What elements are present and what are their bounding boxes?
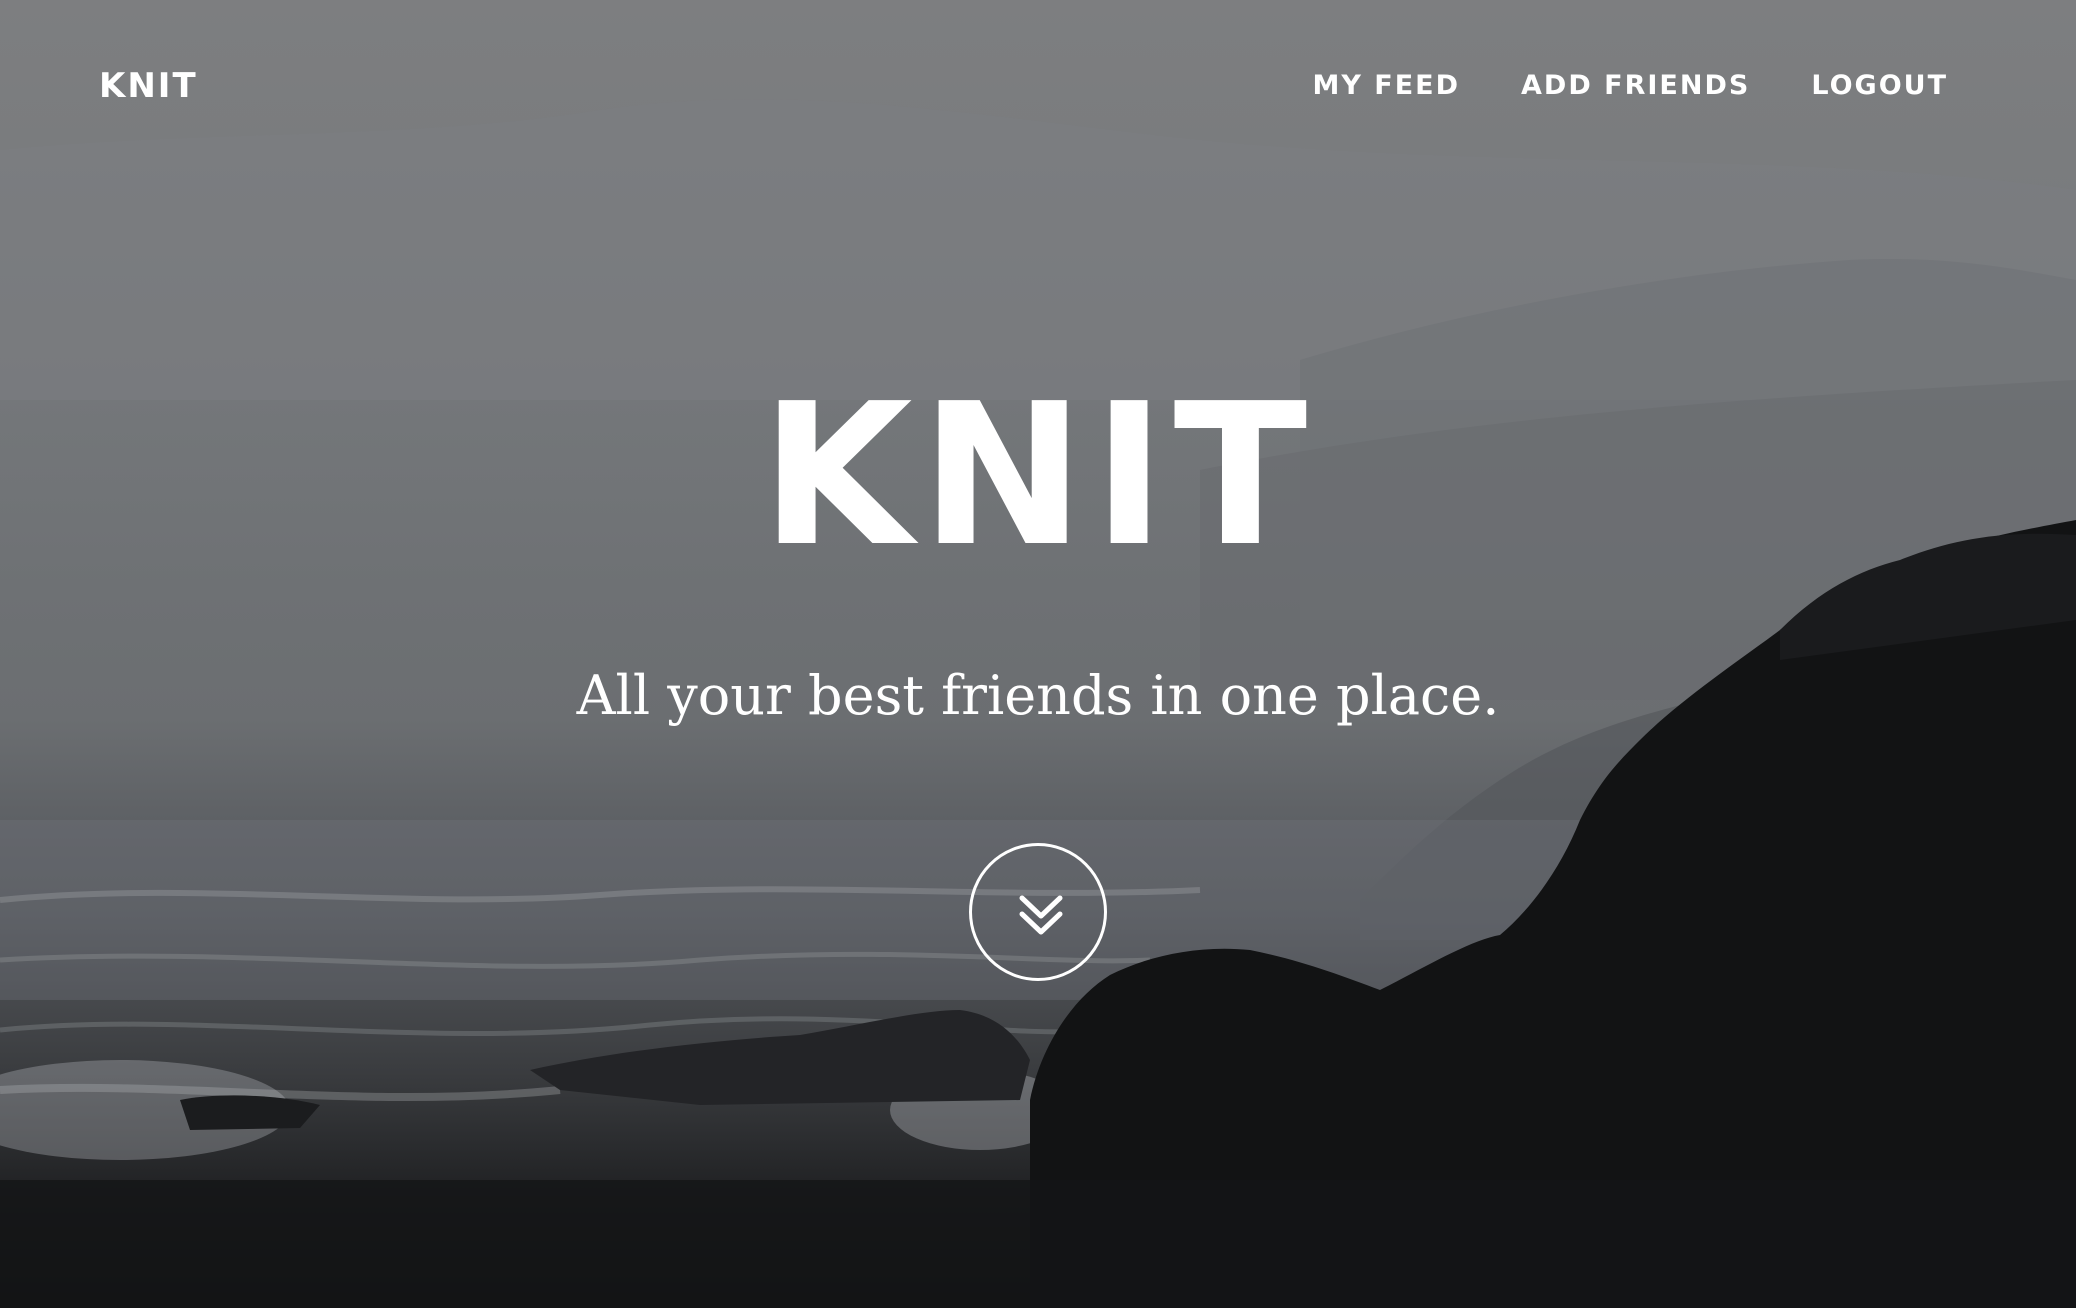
scroll-down-button[interactable] [969,843,1107,981]
brand-logo-link[interactable]: KNIT [99,66,198,106]
nav-link-add-friends[interactable]: ADD FRIENDS [1521,70,1750,101]
nav-link-my-feed[interactable]: MY FEED [1312,70,1460,101]
nav-links: MY FEED ADD FRIENDS LOGOUT [1312,70,1948,101]
nav-link-logout[interactable]: LOGOUT [1811,70,1948,101]
top-navigation: KNIT MY FEED ADD FRIENDS LOGOUT [0,0,2076,175]
hero-section: KNIT MY FEED ADD FRIENDS LOGOUT KNIT All… [0,0,2076,1308]
background-image [0,99,2076,1308]
double-chevron-down-icon [1019,895,1063,935]
hero-title: KNIT [760,362,1316,590]
hero-subtitle: All your best friends in one place. [576,664,1500,727]
